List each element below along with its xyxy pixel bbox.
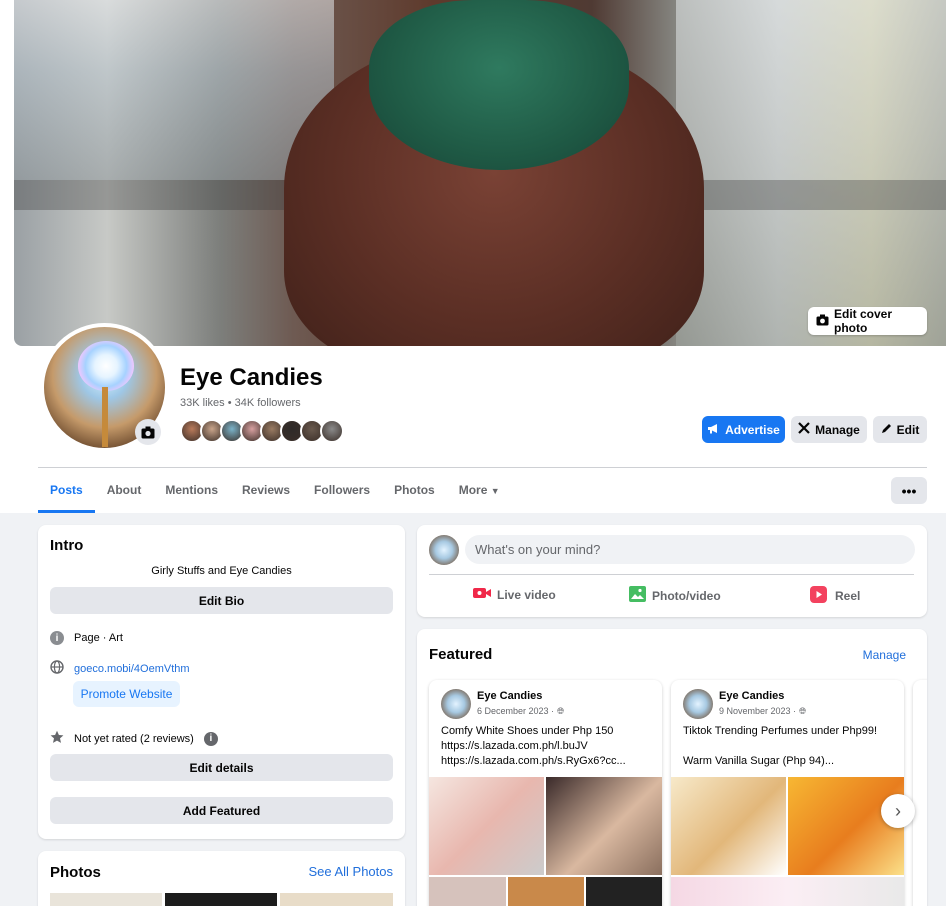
- header-divider: [38, 467, 927, 468]
- post-image: [788, 777, 904, 875]
- website-row: goeco.mobi/4OemVthm: [50, 660, 190, 677]
- post-composer: What's on your mind? Live video Photo/vi…: [417, 525, 927, 617]
- post-image: [671, 777, 786, 875]
- post-author[interactable]: Eye Candies: [719, 690, 784, 702]
- live-video-icon: [473, 587, 491, 602]
- page-title: Eye Candies: [180, 364, 323, 391]
- post-image: [429, 877, 506, 906]
- caret-down-icon: ▼: [490, 486, 500, 496]
- post-date: 9 November 2023 · 🌐︎: [719, 706, 807, 716]
- featured-section: Featured Manage Eye Candies 6 December 2…: [417, 629, 927, 906]
- post-image: [586, 877, 662, 906]
- info-icon: i: [50, 631, 64, 645]
- avatar: [441, 689, 471, 719]
- post-text: Tiktok Trending Perfumes under Php99!: [683, 725, 878, 737]
- add-featured-button[interactable]: Add Featured: [50, 797, 393, 824]
- globe-icon: [50, 660, 64, 677]
- featured-post-card[interactable]: [913, 680, 927, 906]
- photo-video-button[interactable]: Photo/video: [629, 586, 721, 605]
- cover-photo[interactable]: [14, 0, 946, 346]
- photos-card: Photos See All Photos: [38, 851, 405, 906]
- live-video-button[interactable]: Live video: [473, 587, 556, 602]
- post-image: [429, 777, 544, 875]
- post-image: [671, 877, 904, 906]
- tab-mentions[interactable]: Mentions: [153, 470, 230, 513]
- photo-thumbnail[interactable]: [165, 893, 277, 906]
- tab-photos[interactable]: Photos: [382, 470, 447, 513]
- composer-input[interactable]: What's on your mind?: [465, 535, 915, 564]
- photo-thumbnail[interactable]: [280, 893, 393, 906]
- post-link: https://s.lazada.com.ph/l.buJV: [441, 740, 588, 752]
- reel-icon: [810, 586, 827, 606]
- page-stats: 33K likes • 34K followers: [180, 397, 301, 409]
- edit-details-button[interactable]: Edit details: [50, 754, 393, 781]
- post-image: [508, 877, 584, 906]
- edit-button[interactable]: Edit: [873, 416, 927, 443]
- tab-reviews[interactable]: Reviews: [230, 470, 302, 513]
- advertise-button[interactable]: Advertise: [702, 416, 785, 443]
- post-text: Warm Vanilla Sugar (Php 94)...: [683, 755, 835, 767]
- more-options-button[interactable]: •••: [891, 477, 927, 504]
- intro-title: Intro: [50, 537, 84, 554]
- website-link[interactable]: goeco.mobi/4OemVthm: [74, 663, 190, 675]
- featured-post-card[interactable]: Eye Candies 6 December 2023 · 🌐︎ Comfy Wh…: [429, 680, 662, 906]
- follower-avatar[interactable]: [320, 419, 344, 443]
- post-image: [546, 777, 662, 875]
- edit-bio-button[interactable]: Edit Bio: [50, 587, 393, 614]
- profile-tabs: Posts About Mentions Reviews Followers P…: [38, 470, 512, 513]
- post-author[interactable]: Eye Candies: [477, 690, 542, 702]
- manage-button[interactable]: Manage: [791, 416, 867, 443]
- info-icon[interactable]: i: [203, 731, 218, 746]
- see-all-photos-link[interactable]: See All Photos: [308, 864, 393, 879]
- tab-about[interactable]: About: [95, 470, 154, 513]
- edit-cover-photo-button[interactable]: Edit cover photo: [808, 307, 927, 335]
- camera-icon: [816, 314, 829, 329]
- globe-icon: 🌐︎: [557, 706, 565, 716]
- post-date: 6 December 2023 · 🌐︎: [477, 706, 565, 716]
- avatar: [683, 689, 713, 719]
- tab-more[interactable]: More ▼: [447, 470, 512, 513]
- follower-avatars[interactable]: [180, 419, 344, 443]
- avatar-camera-icon[interactable]: [135, 419, 161, 445]
- photos-title: Photos: [50, 864, 101, 881]
- chevron-right-icon[interactable]: ›: [881, 794, 915, 828]
- post-link: https://s.lazada.com.ph/s.RyGx6?cc...: [441, 755, 626, 767]
- featured-title: Featured: [429, 646, 493, 663]
- tab-followers[interactable]: Followers: [302, 470, 382, 513]
- composer-divider: [429, 574, 914, 575]
- intro-bio: Girly Stuffs and Eye Candies: [151, 565, 292, 577]
- intro-card: Intro Girly Stuffs and Eye Candies Edit …: [38, 525, 405, 839]
- featured-post-card[interactable]: Eye Candies 9 November 2023 · 🌐︎ Tiktok T…: [671, 680, 904, 906]
- pencil-icon: [881, 423, 892, 437]
- star-icon: [50, 730, 64, 747]
- rating-row: Not yet rated (2 reviews) i: [50, 730, 218, 747]
- megaphone-icon: [707, 423, 720, 437]
- category-row: i Page · Art: [50, 631, 123, 645]
- promote-website-button[interactable]: Promote Website: [73, 681, 180, 707]
- photo-icon: [629, 586, 646, 605]
- globe-icon: 🌐︎: [799, 706, 807, 716]
- avatar[interactable]: [429, 535, 459, 565]
- featured-manage-link[interactable]: Manage: [863, 648, 906, 662]
- photo-thumbnail[interactable]: [50, 893, 162, 906]
- reel-button[interactable]: Reel: [810, 586, 860, 606]
- post-text: Comfy White Shoes under Php 150: [441, 725, 614, 737]
- tab-posts[interactable]: Posts: [38, 470, 95, 513]
- tools-icon: [798, 422, 810, 437]
